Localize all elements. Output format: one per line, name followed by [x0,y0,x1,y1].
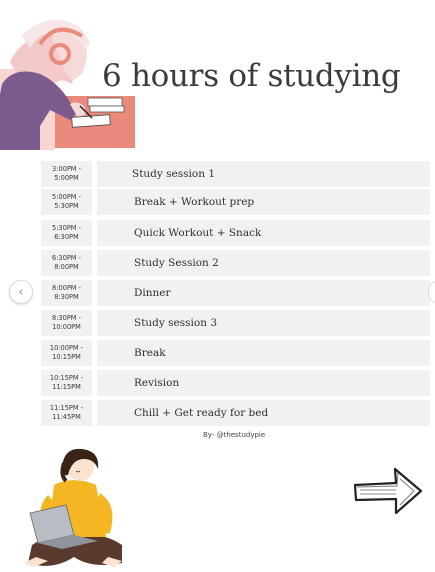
activity-label: Break + Workout prep [97,189,430,215]
activity-label: Quick Workout + Snack [97,220,430,246]
time-range: 5:00PM - 5:30PM [41,189,92,215]
activity-label: Chill + Get ready for bed [97,400,430,426]
time-range: 3:00PM - 5:00PM [41,161,92,187]
activity-label: Study session 1 [97,161,430,187]
activity-label: Revision [97,370,430,396]
time-range: 10:15PM - 11:15PM [41,370,92,396]
schedule-row: 8:30PM - 10:00PM Study session 3 [41,310,430,336]
time-range: 6:30PM - 8:00PM [41,250,92,276]
schedule-row: 8:00PM - 8:30PM Dinner [41,280,430,306]
activity-label: Dinner [97,280,430,306]
time-range: 8:00PM - 8:30PM [41,280,92,306]
schedule-row: 10:00PM - 10:15PM Break [41,340,430,366]
time-range: 5:30PM - 6:30PM [41,220,92,246]
previous-slide-button[interactable]: ‹ [9,280,33,304]
page-title: 6 hours of studying [102,58,401,94]
chevron-left-icon: ‹ [18,284,24,300]
author-credit: By- @thestudypie [203,431,266,439]
schedule-row: 3:00PM - 5:00PM Study session 1 [41,161,430,187]
time-range: 10:00PM - 10:15PM [41,340,92,366]
activity-label: Break [97,340,430,366]
girl-with-laptop-illustration [24,448,122,567]
time-range: 8:30PM - 10:00PM [41,310,92,336]
schedule-row: 10:15PM - 11:15PM Revision [41,370,430,396]
schedule-row: 5:00PM - 5:30PM Break + Workout prep [41,189,430,215]
schedule-row: 6:30PM - 8:00PM Study Session 2 [41,250,430,276]
time-range: 11:15PM - 11:45PM [41,400,92,426]
arrow-right-icon [353,467,423,515]
schedule-row: 11:15PM - 11:45PM Chill + Get ready for … [41,400,430,426]
activity-label: Study Session 2 [97,250,430,276]
schedule-row: 5:30PM - 6:30PM Quick Workout + Snack [41,220,430,246]
activity-label: Study session 3 [97,310,430,336]
